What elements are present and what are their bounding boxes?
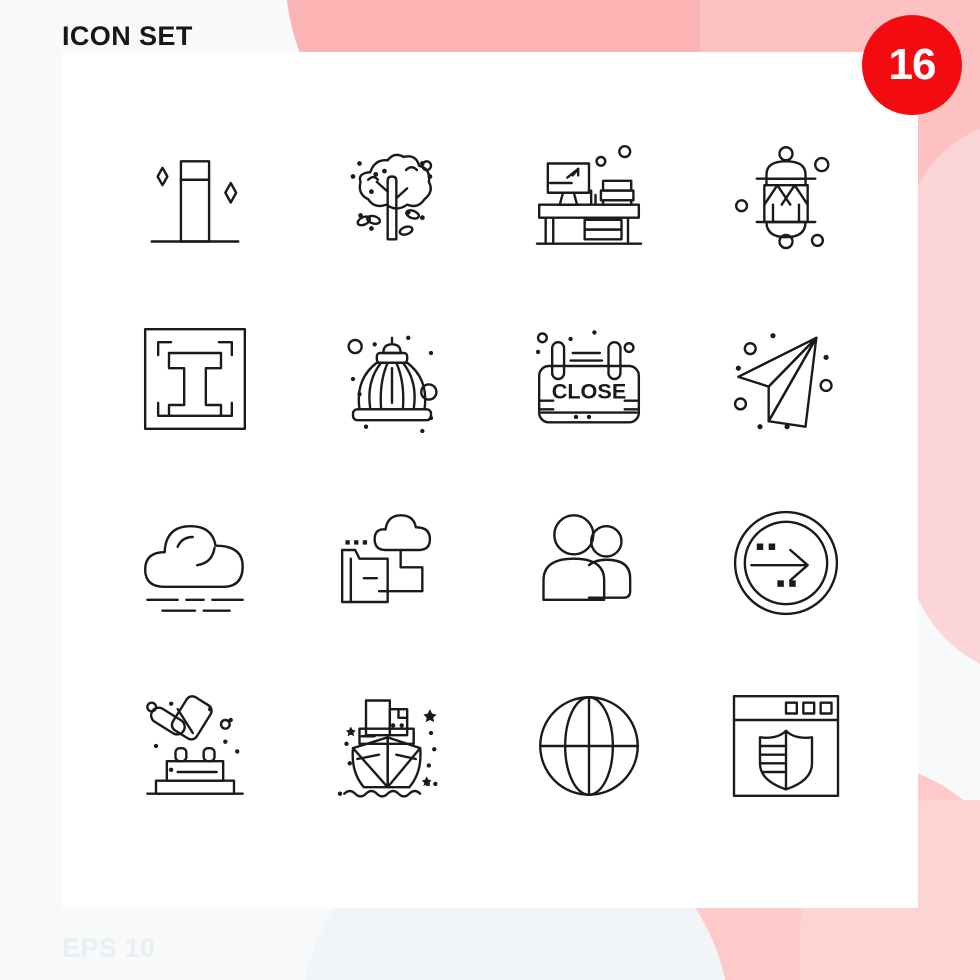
icon-cell-16[interactable] <box>687 655 884 839</box>
icon-grid: CLOSE <box>62 52 918 908</box>
icon-cell-11[interactable] <box>490 471 687 655</box>
icon-grid-card: CLOSE <box>62 52 918 908</box>
icon-cell-13[interactable] <box>96 655 293 839</box>
close-sign-label: CLOSE <box>551 379 626 404</box>
icon-count-badge: 16 <box>862 15 962 115</box>
globe-icon <box>538 696 639 797</box>
icon-set-poster: ICON SET 16 CLOSE EPS 10 <box>0 0 980 980</box>
icon-cell-1[interactable] <box>96 104 293 288</box>
browser-shield-icon <box>732 695 839 798</box>
sanitizer-bottle-icon <box>149 159 240 243</box>
cloud-folder-icon <box>340 513 431 603</box>
icon-cell-8[interactable] <box>687 288 884 472</box>
icon-cell-15[interactable] <box>490 655 687 839</box>
icon-cell-6[interactable] <box>293 288 490 472</box>
lantern-icon <box>734 145 829 249</box>
icon-cell-14[interactable] <box>293 655 490 839</box>
eps-label: EPS 10 <box>62 933 156 963</box>
icon-cell-12[interactable] <box>687 471 884 655</box>
tree-icon <box>350 153 432 241</box>
workspace-desk-icon <box>535 144 642 245</box>
gavel-icon <box>145 695 244 796</box>
text-tool-icon <box>143 328 246 431</box>
icon-cell-5[interactable] <box>96 288 293 472</box>
paper-plane-icon <box>733 333 833 430</box>
fog-cloud-icon <box>143 524 244 612</box>
icon-cell-3[interactable] <box>490 104 687 288</box>
arrow-right-circle-icon <box>733 510 838 615</box>
icon-cell-2[interactable] <box>293 104 490 288</box>
icon-cell-9[interactable] <box>96 471 293 655</box>
close-sign-icon: CLOSE <box>535 330 640 424</box>
icon-cell-4[interactable] <box>687 104 884 288</box>
ship-icon <box>337 699 437 798</box>
crown-icon <box>346 335 438 434</box>
icon-cell-7[interactable]: CLOSE <box>490 288 687 472</box>
icon-cell-10[interactable] <box>293 471 490 655</box>
users-group-icon <box>541 513 631 601</box>
page-title: ICON SET <box>62 21 193 51</box>
